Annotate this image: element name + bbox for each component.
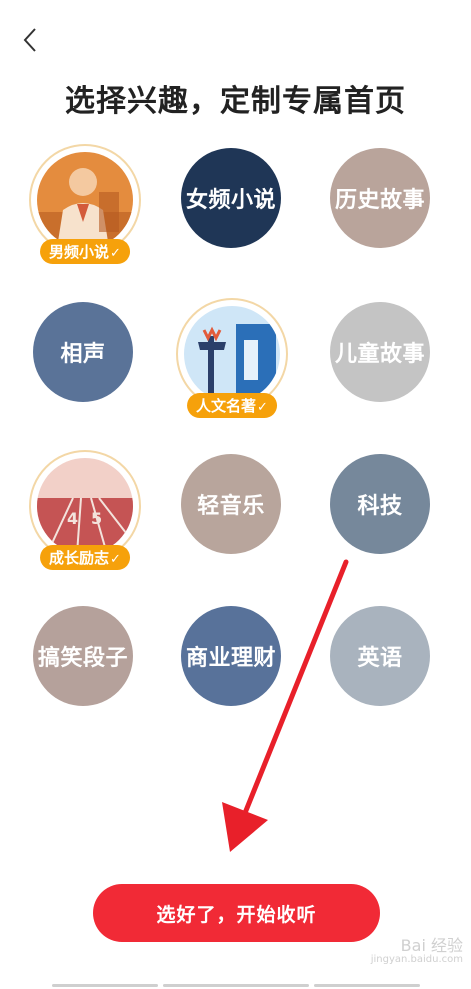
interest-item-technology[interactable]: 科技 [330, 454, 430, 554]
interest-image [37, 152, 133, 248]
interest-item-english[interactable]: 英语 [330, 606, 430, 706]
interest-item-crosstalk[interactable]: 相声 [33, 302, 133, 402]
interest-item-jokes[interactable]: 搞笑段子 [33, 606, 133, 706]
interest-image [184, 306, 280, 402]
interest-item-history-stories[interactable]: 历史故事 [330, 148, 430, 248]
bottom-indicator [0, 980, 471, 989]
indicator-segment [314, 984, 420, 987]
interest-item-light-music[interactable]: 轻音乐 [181, 454, 281, 554]
interest-item-female-novel[interactable]: 女频小说 [181, 148, 281, 248]
interest-item-humanities-classics[interactable]: 人文名著✓ [176, 298, 288, 418]
interest-grid: 男频小说✓ 女频小说 历史故事 相声 人文名著✓ 儿童故事 4 5 成长励志✓ … [0, 0, 471, 760]
interest-image: 4 5 [37, 458, 133, 554]
interest-item-male-novel[interactable]: 男频小说✓ [29, 144, 141, 264]
selected-badge: 成长励志✓ [40, 545, 130, 570]
interest-item-business-finance[interactable]: 商业理财 [181, 606, 281, 706]
svg-text:5: 5 [91, 509, 102, 528]
interest-item-children-stories[interactable]: 儿童故事 [330, 302, 430, 402]
watermark: Bai 经验 jingyan.baidu.com [370, 936, 463, 965]
indicator-segment [163, 984, 309, 987]
interest-item-growth-inspiration[interactable]: 4 5 成长励志✓ [29, 450, 141, 570]
selected-badge: 男频小说✓ [40, 239, 130, 264]
indicator-segment [52, 984, 158, 987]
selected-badge: 人文名著✓ [187, 393, 277, 418]
svg-text:4: 4 [67, 509, 78, 528]
start-listening-button[interactable]: 选好了，开始收听 [93, 884, 380, 942]
